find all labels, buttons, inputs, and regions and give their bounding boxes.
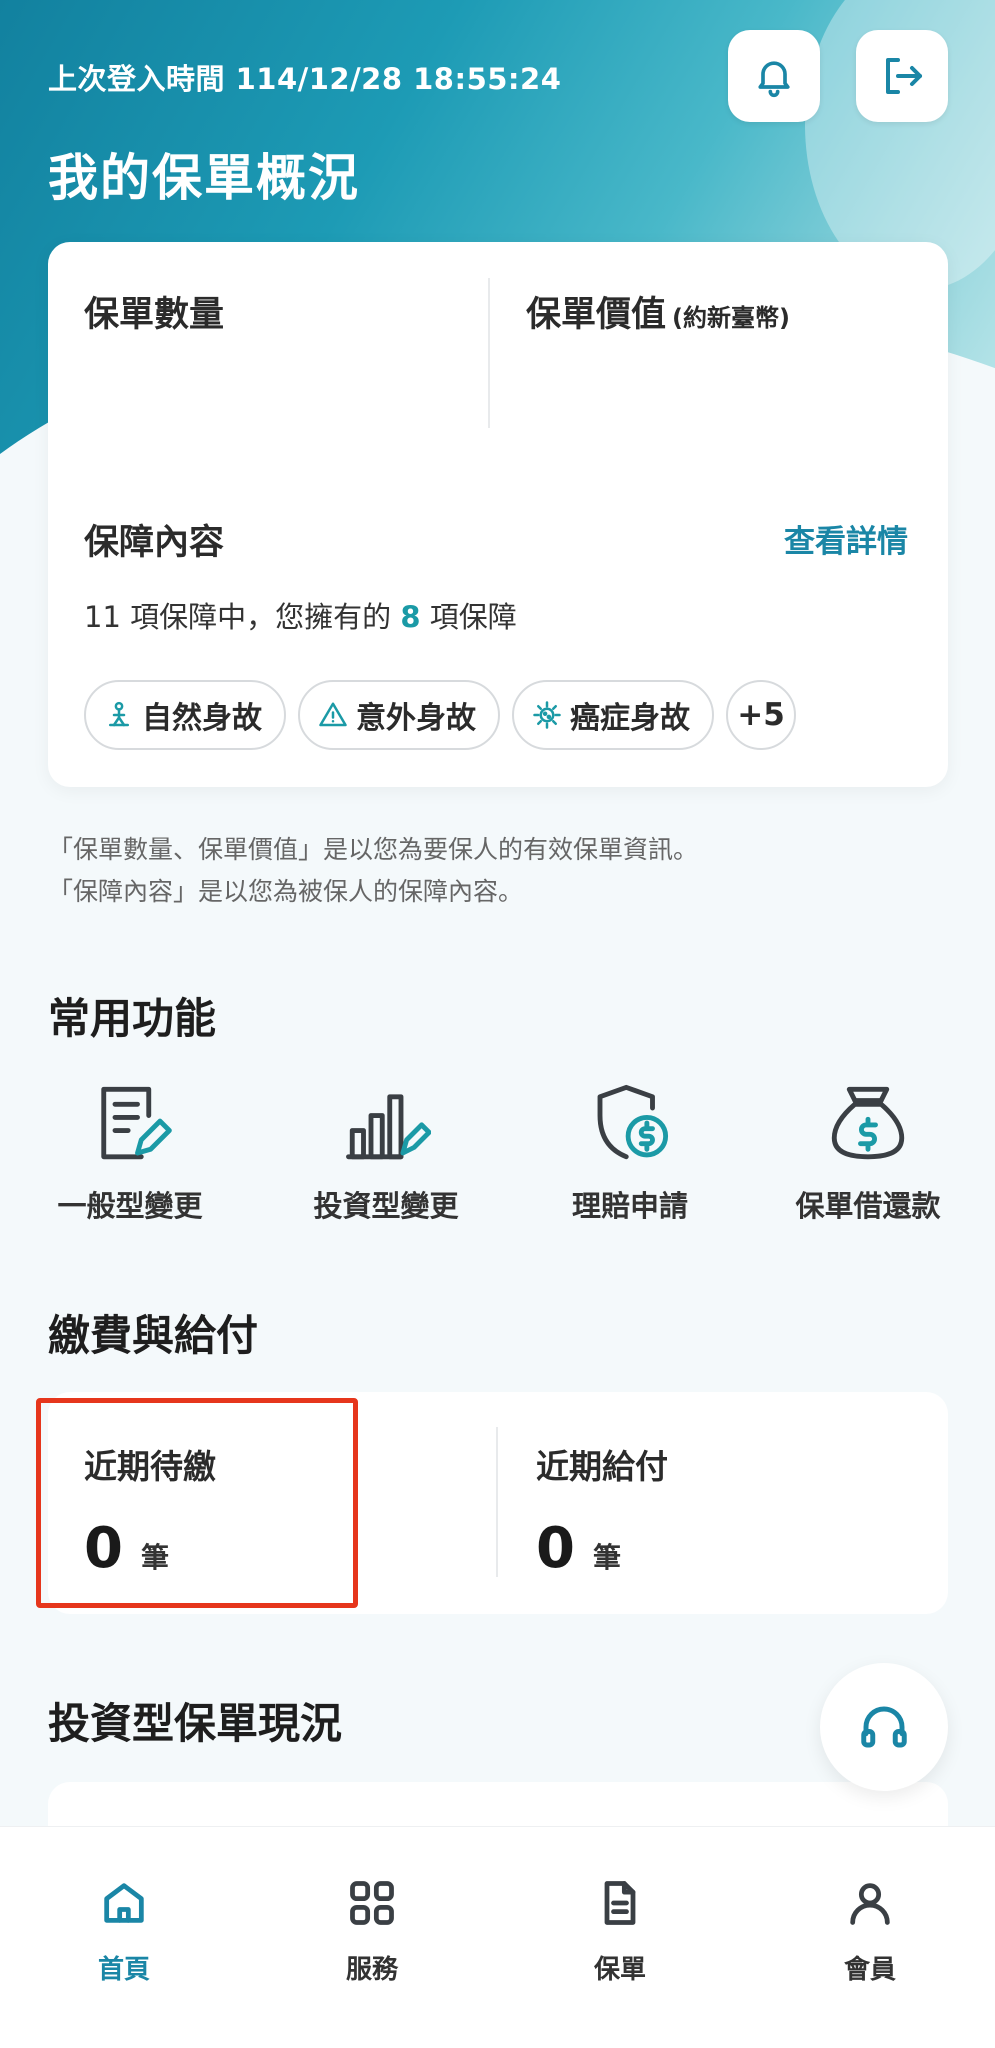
warning-icon [319,702,347,727]
feature-investment-change[interactable]: 投資型變更 [286,1075,486,1225]
logout-button[interactable] [856,30,948,122]
bell-icon [758,61,790,98]
annotation-highlight-box [36,1398,358,1608]
bar-chart-edit-icon [346,1094,431,1160]
policy-note-1: 「保單數量、保單價值」是以您為要保人的有效保單資訊。 [48,835,699,864]
nav-home[interactable]: 首頁 [44,1871,204,1986]
person-rest-icon [109,701,129,727]
policy-note-2: 「保障內容」是以您為被保人的保障內容。 [48,877,524,906]
investment-section-title: 投資型保單現況 [48,1699,343,1748]
common-functions: 一般型變更 投資型變更 理賠申請 保單借還款 [30,1075,970,1225]
view-details-link[interactable]: 查看詳情 [784,516,908,561]
common-functions-title: 常用功能 [48,994,217,1043]
chip-more[interactable]: +5 [726,680,796,750]
chip-cancer-death[interactable]: 癌症身故 [512,680,714,750]
document-edit-icon [101,1086,172,1160]
coverage-title: 保障內容 [84,523,225,563]
nav-policies[interactable]: 保單 [540,1871,700,1986]
document-icon [604,1881,636,1925]
coverage-chips: 自然身故 意外身故 癌症身故 +5 [84,680,796,750]
app-screen: 上次登入時間 114/12/28 18:55:24 我的保單概況 保單數量 保單… [0,0,995,2048]
notification-button[interactable] [728,30,820,122]
feature-general-change[interactable]: 一般型變更 [30,1075,230,1225]
bottom-navigation: 首頁 服務 保單 會員 [0,1826,995,2048]
headset-icon [861,1706,907,1748]
policy-overview-card: 保單數量 保單價值 (約新臺幣) 保障內容 查看詳情 11 項保障中，您擁有的 8… [48,242,948,787]
coverage-summary: 11 項保障中，您擁有的 8 項保障 [84,600,517,634]
payment-divider [496,1427,498,1577]
overview-divider [488,278,490,428]
top-bar: 上次登入時間 114/12/28 18:55:24 [0,0,995,160]
nav-member[interactable]: 會員 [790,1871,950,1986]
policy-value-unit: (約新臺幣) [672,304,790,332]
virus-icon [533,701,561,729]
nav-services[interactable]: 服務 [292,1871,452,1986]
payout-count: 0 [536,1516,575,1581]
page-title: 我的保單概況 [48,149,360,207]
last-login-time: 上次登入時間 114/12/28 18:55:24 [48,62,562,96]
chip-accidental-death[interactable]: 意外身故 [298,680,500,750]
policy-count-label: 保單數量 [84,295,225,335]
upcoming-payout[interactable]: 近期給付 0 筆 [536,1440,668,1581]
home-icon [104,1883,144,1923]
policy-value-label: 保單價值 (約新臺幣) [526,295,790,335]
user-icon [850,1883,890,1925]
owned-coverage-count: 8 [400,600,421,634]
payment-section-title: 繳費與給付 [48,1311,259,1360]
money-bag-icon [831,1086,905,1160]
feature-policy-loan[interactable]: 保單借還款 [768,1075,968,1225]
customer-service-button[interactable] [820,1663,948,1791]
logout-icon [886,58,922,94]
shield-dollar-icon [597,1084,669,1160]
feature-claim-application[interactable]: 理賠申請 [530,1075,730,1225]
grid-icon [350,1881,394,1925]
chip-natural-death[interactable]: 自然身故 [84,680,286,750]
